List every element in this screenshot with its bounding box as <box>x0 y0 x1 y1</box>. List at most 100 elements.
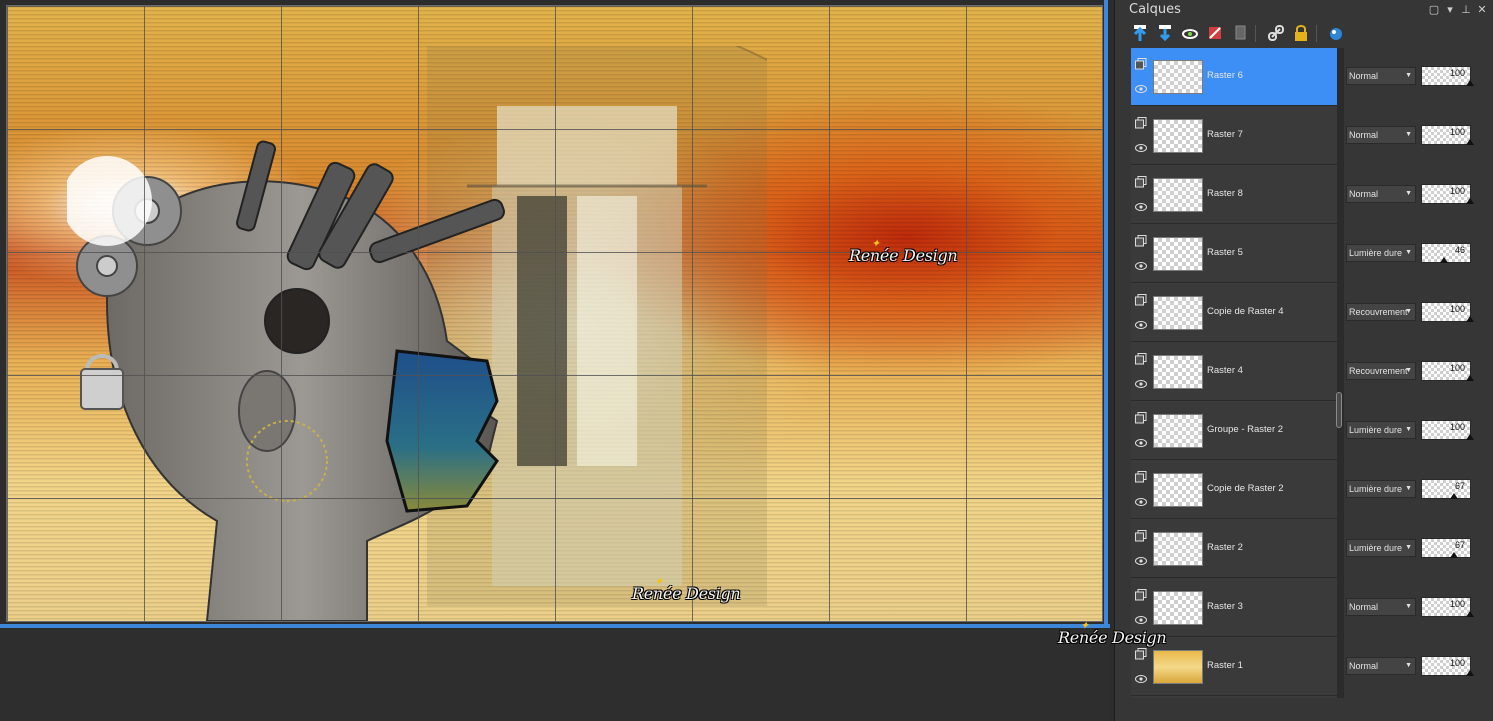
opacity-slider[interactable]: 100 <box>1421 361 1474 381</box>
layer-name[interactable]: Copie de Raster 2 <box>1207 483 1284 494</box>
layer-type-icon[interactable] <box>1135 471 1147 483</box>
menu-arrow-icon[interactable]: ▾ <box>1443 3 1457 16</box>
lock-icon[interactable] <box>1290 22 1312 44</box>
opacity-slider-marker[interactable] <box>1466 80 1474 86</box>
layer-name[interactable]: Groupe - Raster 2 <box>1207 424 1283 435</box>
opacity-slider[interactable]: 100 <box>1421 656 1474 676</box>
duplicate-layer-icon[interactable] <box>1229 22 1251 44</box>
layer-type-icon[interactable] <box>1135 353 1147 365</box>
blend-mode-select[interactable]: Recouvrement ▼ <box>1346 362 1416 380</box>
visibility-eye-icon[interactable] <box>1135 84 1147 94</box>
layer-type-icon[interactable] <box>1135 235 1147 247</box>
new-raster-layer-icon[interactable] <box>1129 22 1151 44</box>
layer-name[interactable]: Raster 2 <box>1207 542 1243 553</box>
layer-thumbnail[interactable] <box>1153 60 1203 94</box>
restore-icon[interactable]: ▢ <box>1427 3 1441 16</box>
blend-mode-select[interactable]: Lumière dure ▼ <box>1346 539 1416 557</box>
opacity-slider-marker[interactable] <box>1466 375 1474 381</box>
panel-splitter[interactable] <box>1337 48 1344 698</box>
opacity-slider[interactable]: 100 <box>1421 302 1474 322</box>
layer-type-icon[interactable] <box>1135 589 1147 601</box>
layer-row[interactable]: Copie de Raster 2 <box>1131 461 1337 519</box>
layer-name[interactable]: Raster 3 <box>1207 601 1243 612</box>
layer-type-icon[interactable] <box>1135 294 1147 306</box>
layer-effects-icon[interactable] <box>1325 22 1347 44</box>
layer-row[interactable]: Groupe - Raster 2 <box>1131 402 1337 460</box>
layer-name[interactable]: Raster 8 <box>1207 188 1243 199</box>
visibility-eye-icon[interactable] <box>1135 320 1147 330</box>
new-mask-icon[interactable] <box>1179 22 1201 44</box>
layer-type-icon[interactable] <box>1135 412 1147 424</box>
blend-mode-select[interactable]: Normal ▼ <box>1346 657 1416 675</box>
layer-thumbnail[interactable] <box>1153 296 1203 330</box>
layer-name[interactable]: Raster 7 <box>1207 129 1243 140</box>
opacity-slider[interactable]: 100 <box>1421 420 1474 440</box>
opacity-slider-marker[interactable] <box>1466 670 1474 676</box>
layer-name[interactable]: Copie de Raster 4 <box>1207 306 1284 317</box>
opacity-slider-marker[interactable] <box>1466 611 1474 617</box>
layer-row[interactable]: Raster 6 <box>1131 48 1337 106</box>
layer-type-icon[interactable] <box>1135 176 1147 188</box>
close-icon[interactable]: ✕ <box>1475 3 1489 16</box>
opacity-slider-marker[interactable] <box>1440 257 1448 263</box>
opacity-slider[interactable]: 100 <box>1421 125 1474 145</box>
layer-name[interactable]: Raster 4 <box>1207 365 1243 376</box>
visibility-eye-icon[interactable] <box>1135 497 1147 507</box>
layer-row[interactable]: Raster 4 <box>1131 343 1337 401</box>
layer-name[interactable]: Raster 6 <box>1207 70 1243 81</box>
image-canvas[interactable]: ✦ Renée Design ✦ Renée Design <box>6 5 1103 622</box>
visibility-eye-icon[interactable] <box>1135 379 1147 389</box>
layer-type-icon[interactable] <box>1135 648 1147 660</box>
new-vector-layer-icon[interactable] <box>1154 22 1176 44</box>
opacity-slider-marker[interactable] <box>1466 139 1474 145</box>
opacity-slider[interactable]: 100 <box>1421 597 1474 617</box>
layer-thumbnail[interactable] <box>1153 650 1203 684</box>
opacity-slider-marker[interactable] <box>1466 316 1474 322</box>
blend-mode-select[interactable]: Normal ▼ <box>1346 598 1416 616</box>
layer-row[interactable]: Raster 8 <box>1131 166 1337 224</box>
layer-thumbnail[interactable] <box>1153 237 1203 271</box>
opacity-slider[interactable]: 100 <box>1421 66 1474 86</box>
blend-mode-select[interactable]: Normal ▼ <box>1346 126 1416 144</box>
layer-thumbnail[interactable] <box>1153 119 1203 153</box>
layer-name[interactable]: Raster 5 <box>1207 247 1243 258</box>
layer-thumbnail[interactable] <box>1153 414 1203 448</box>
splitter-grip[interactable] <box>1336 392 1342 428</box>
layer-thumbnail[interactable] <box>1153 473 1203 507</box>
opacity-slider[interactable]: 67 <box>1421 538 1471 558</box>
visibility-eye-icon[interactable] <box>1135 143 1147 153</box>
layer-thumbnail[interactable] <box>1153 355 1203 389</box>
visibility-eye-icon[interactable] <box>1135 615 1147 625</box>
layer-type-icon[interactable] <box>1135 117 1147 129</box>
layer-thumbnail[interactable] <box>1153 532 1203 566</box>
layer-thumbnail[interactable] <box>1153 178 1203 212</box>
blend-mode-select[interactable]: Recouvrement ▼ <box>1346 303 1416 321</box>
visibility-eye-icon[interactable] <box>1135 438 1147 448</box>
visibility-eye-icon[interactable] <box>1135 261 1147 271</box>
layer-type-icon[interactable] <box>1135 530 1147 542</box>
blend-mode-select[interactable]: Normal ▼ <box>1346 67 1416 85</box>
pin-icon[interactable]: ⊥ <box>1459 3 1473 16</box>
layer-row[interactable]: Raster 2 <box>1131 520 1337 578</box>
opacity-slider[interactable]: 67 <box>1421 479 1471 499</box>
blend-mode-select[interactable]: Lumière dure ▼ <box>1346 480 1416 498</box>
opacity-slider-marker[interactable] <box>1466 198 1474 204</box>
visibility-eye-icon[interactable] <box>1135 202 1147 212</box>
layer-thumbnail[interactable] <box>1153 591 1203 625</box>
visibility-eye-icon[interactable] <box>1135 556 1147 566</box>
layer-row[interactable]: Raster 7 <box>1131 107 1337 165</box>
layers-list[interactable]: Raster 6 Raster 7 Raster 8 Raster 5 Copie de… <box>1131 48 1337 698</box>
layer-row[interactable]: Copie de Raster 4 <box>1131 284 1337 342</box>
layer-name[interactable]: Raster 1 <box>1207 660 1243 671</box>
opacity-slider[interactable]: 46 <box>1421 243 1471 263</box>
opacity-slider-marker[interactable] <box>1450 552 1458 558</box>
layer-row[interactable]: Raster 5 <box>1131 225 1337 283</box>
blend-mode-select[interactable]: Normal ▼ <box>1346 185 1416 203</box>
blend-mode-select[interactable]: Lumière dure ▼ <box>1346 244 1416 262</box>
opacity-slider[interactable]: 100 <box>1421 184 1474 204</box>
opacity-slider-marker[interactable] <box>1450 493 1458 499</box>
link-icon[interactable] <box>1265 22 1287 44</box>
visibility-eye-icon[interactable] <box>1135 674 1147 684</box>
image-window[interactable]: ✦ Renée Design ✦ Renée Design <box>0 0 1110 630</box>
layer-type-icon[interactable] <box>1135 58 1147 70</box>
